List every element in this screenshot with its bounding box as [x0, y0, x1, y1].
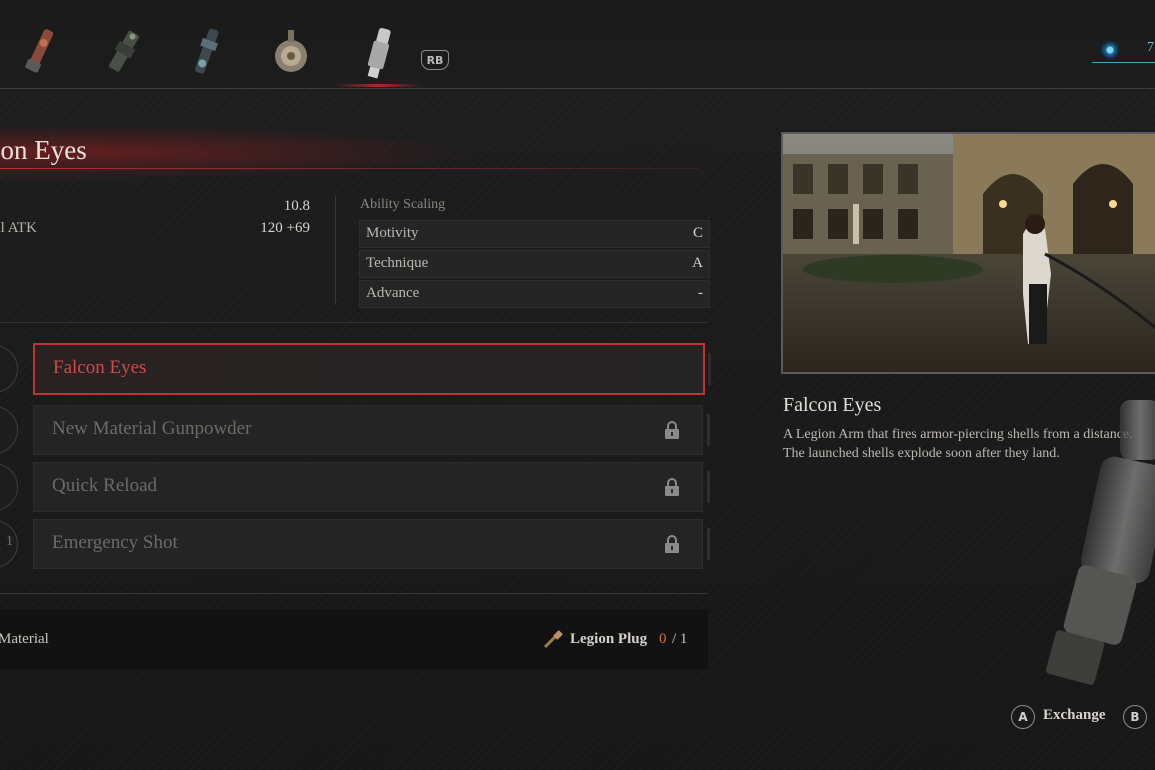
rb-button[interactable]: RB [421, 50, 449, 70]
legion-plug-icon [543, 630, 563, 649]
lock-icon [665, 535, 679, 553]
legion-arm-tab-bar: RB 7 [0, 0, 1155, 89]
stat-value-atk: 120 +69 [260, 220, 310, 236]
currency-underline [1092, 62, 1155, 63]
legion-arm-drill-icon[interactable] [100, 22, 146, 84]
material-label: Material [0, 631, 49, 647]
legion-arm-flamethrower-icon[interactable] [16, 22, 62, 84]
skill-quick-reload[interactable]: Quick Reload [33, 462, 710, 512]
skill-node-number: 1 [6, 534, 13, 549]
scaling-row-motivity: Motivity C [359, 220, 710, 248]
skill-label: Falcon Eyes [53, 357, 147, 378]
skill-label: Emergency Shot [52, 532, 178, 553]
currency-icon [1100, 40, 1120, 60]
skill-emergency-shot[interactable]: Emergency Shot [33, 519, 710, 569]
a-button-icon[interactable]: A [1011, 705, 1035, 729]
scaling-label: Technique [366, 255, 429, 271]
exchange-label[interactable]: Exchange [1043, 707, 1106, 724]
stat-value-weight: 10.8 [283, 198, 310, 214]
legion-arm-falcon-eyes-icon[interactable] [334, 22, 422, 87]
lock-icon [665, 478, 679, 496]
section-divider [0, 593, 708, 594]
ability-scaling-title: Ability Scaling [360, 197, 446, 212]
scaling-label: Advance [366, 285, 420, 301]
scaling-grade: - [698, 285, 703, 301]
lock-icon [665, 421, 679, 439]
skill-preview-image [781, 132, 1155, 374]
material-need-count: / 1 [672, 631, 688, 647]
stats-divider [335, 196, 336, 304]
stat-label-atk: al ATK [0, 220, 37, 236]
title-divider [0, 168, 700, 169]
legion-arm-aegis-icon[interactable] [183, 22, 229, 84]
skill-falcon-eyes[interactable]: Falcon Eyes [33, 343, 711, 395]
b-button-icon[interactable]: B [1123, 705, 1147, 729]
material-have-count: 0 [659, 631, 667, 647]
scaling-label: Motivity [366, 225, 419, 241]
section-divider [0, 322, 708, 323]
skill-label: New Material Gunpowder [52, 418, 252, 439]
material-item-name: Legion Plug [570, 631, 648, 647]
scaling-row-technique: Technique A [359, 250, 710, 278]
currency-value: 7 [1147, 40, 1154, 55]
item-title: lcon Eyes [0, 135, 87, 165]
scaling-grade: A [692, 255, 703, 271]
description-title: Falcon Eyes [783, 394, 882, 416]
scaling-row-advance: Advance - [359, 280, 710, 308]
skill-label: Quick Reload [52, 475, 158, 496]
skill-new-material-gunpowder[interactable]: New Material Gunpowder [33, 405, 710, 455]
legion-arm-shield-icon[interactable] [268, 22, 314, 84]
legion-arm-render-icon [1046, 400, 1155, 685]
scaling-grade: C [692, 225, 703, 241]
